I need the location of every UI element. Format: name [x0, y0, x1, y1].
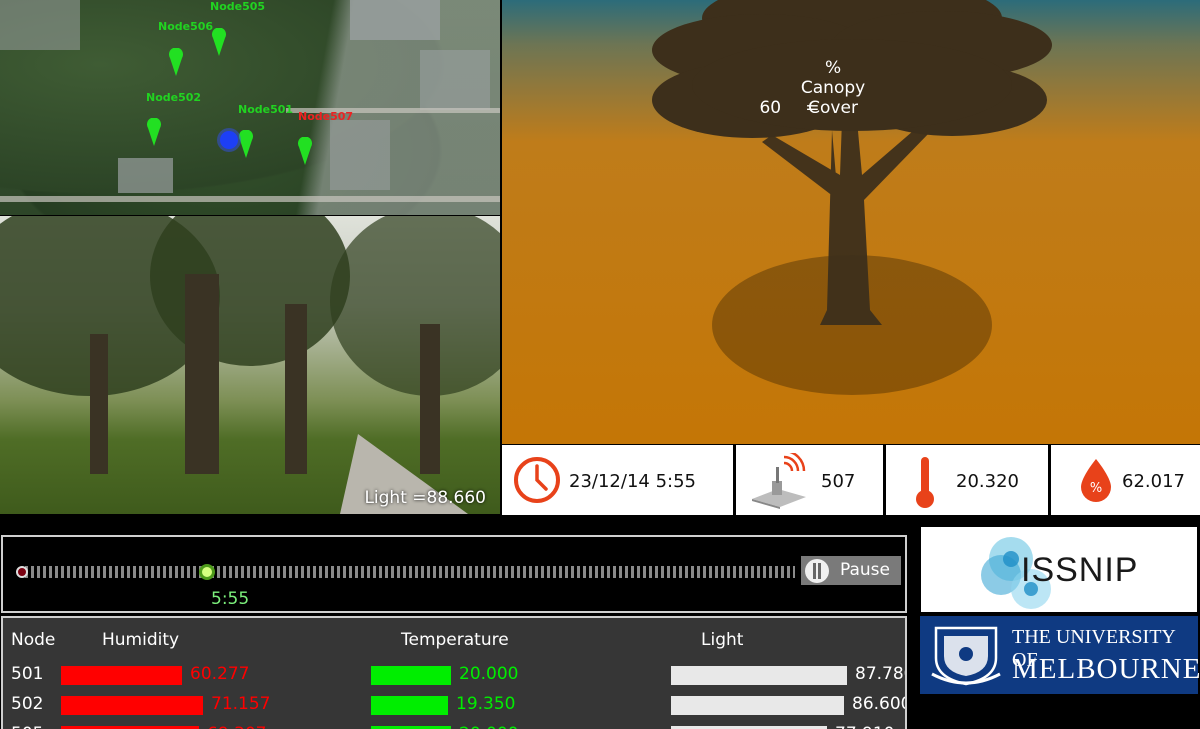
- light-label: Light =: [364, 488, 427, 508]
- current-location-icon: [220, 131, 238, 149]
- node-label: Node502: [146, 91, 202, 104]
- row-node-id: 505: [11, 724, 43, 729]
- timeline-thumb[interactable]: [199, 564, 215, 580]
- sensor-table: Node Humidity Temperature Light 501 60.27…: [1, 616, 907, 729]
- park-photo: Light =88.660: [0, 216, 500, 514]
- map-pin-icon[interactable]: [239, 130, 253, 158]
- drop-percent-symbol: %: [1090, 481, 1102, 496]
- light-value: 77.910: [835, 724, 894, 729]
- temperature-value: 20.320: [956, 471, 1019, 492]
- table-row: 502 71.157 19.350 86.600: [3, 692, 905, 720]
- timeline-track[interactable]: [25, 566, 795, 578]
- temperature-value: 20.000: [459, 724, 518, 729]
- photo-trunk: [185, 274, 219, 474]
- table-row: 501 60.277 20.000 87.780: [3, 662, 905, 690]
- timeline-panel: 5:55 Pause: [1, 535, 907, 613]
- datetime-value: 23/12/14 5:55: [569, 471, 696, 492]
- row-node-id: 502: [11, 694, 44, 714]
- issnip-wordmark: ISSNIP: [1021, 551, 1139, 589]
- node-label: Node506: [158, 20, 214, 33]
- stats-bar: 23/12/14 5:55 507 20.320 % 62.017: [502, 445, 1200, 515]
- node-label: Node507: [298, 110, 354, 123]
- canopy-separator: =: [805, 98, 820, 118]
- humidity-value: 71.157: [211, 694, 271, 714]
- university-line2: MELBOURNE: [1012, 653, 1200, 685]
- map-pin-icon[interactable]: [169, 48, 183, 76]
- map-building: [420, 50, 490, 110]
- current-time-label: 5:55: [211, 589, 250, 609]
- map-building: [350, 0, 440, 40]
- photo-foliage: [330, 216, 500, 396]
- satellite-map[interactable]: Node505 Node506 Node502 Node501 Node507: [0, 0, 500, 215]
- photo-trunk: [90, 334, 108, 474]
- table-row: 505 69.307 20.000 77.910: [3, 722, 905, 729]
- light-value: 86.600: [852, 694, 907, 714]
- temperature-value: 20.000: [459, 664, 519, 684]
- node-stat: 507: [736, 445, 883, 515]
- humidity-stat: % 62.017: [1051, 445, 1200, 515]
- node-label: Node505: [210, 0, 266, 13]
- humidity-bar: [61, 666, 182, 685]
- light-value: 88.660: [426, 488, 486, 508]
- humidity-drop-icon: %: [1081, 459, 1111, 502]
- map-building: [330, 120, 390, 190]
- pause-label: Pause: [840, 560, 890, 580]
- sensor-node-icon: [752, 453, 806, 509]
- thermometer-icon: [916, 457, 934, 508]
- humidity-bar: [61, 696, 203, 715]
- datetime-stat: 23/12/14 5:55: [502, 445, 733, 515]
- header-light: Light: [701, 630, 744, 650]
- clock-icon: [514, 457, 560, 503]
- canopy-panel: % Canopy Cover= 60: [502, 0, 1200, 444]
- temperature-bar: [371, 696, 448, 715]
- pause-icon: [805, 559, 829, 583]
- humidity-value: 60.277: [190, 664, 250, 684]
- light-value: 87.780: [855, 664, 905, 684]
- header-temperature: Temperature: [401, 630, 509, 650]
- map-pin-icon[interactable]: [298, 137, 312, 165]
- canopy-value: 60: [759, 98, 782, 118]
- row-node-id: 501: [11, 664, 44, 684]
- university-logo: THE UNIVERSITY OF MELBOURNE: [920, 616, 1200, 694]
- timeline-start-marker: [16, 566, 28, 578]
- node-value: 507: [821, 471, 856, 492]
- issnip-logo: ISSNIP: [921, 527, 1197, 612]
- header-humidity: Humidity: [102, 630, 180, 650]
- temperature-value: 19.350: [456, 694, 516, 714]
- humidity-value: 69.307: [207, 724, 266, 729]
- node-label: Node501: [238, 103, 294, 116]
- map-road: [0, 196, 500, 202]
- university-crest-icon: [931, 626, 1001, 686]
- light-readout: Light =88.660: [364, 488, 486, 508]
- map-building: [118, 158, 173, 193]
- temperature-stat: 20.320: [886, 445, 1048, 515]
- header-node: Node: [11, 630, 56, 650]
- map-building: [0, 0, 80, 50]
- map-pin-icon[interactable]: [212, 28, 226, 56]
- pause-button[interactable]: Pause: [801, 556, 901, 585]
- light-bar: [671, 666, 847, 685]
- canopy-cover-readout: % Canopy Cover= 60: [502, 58, 1200, 118]
- humidity-value: 62.017: [1122, 471, 1185, 492]
- map-pin-icon[interactable]: [147, 118, 161, 146]
- temperature-bar: [371, 666, 451, 685]
- light-bar: [671, 696, 844, 715]
- photo-trunk: [285, 304, 307, 474]
